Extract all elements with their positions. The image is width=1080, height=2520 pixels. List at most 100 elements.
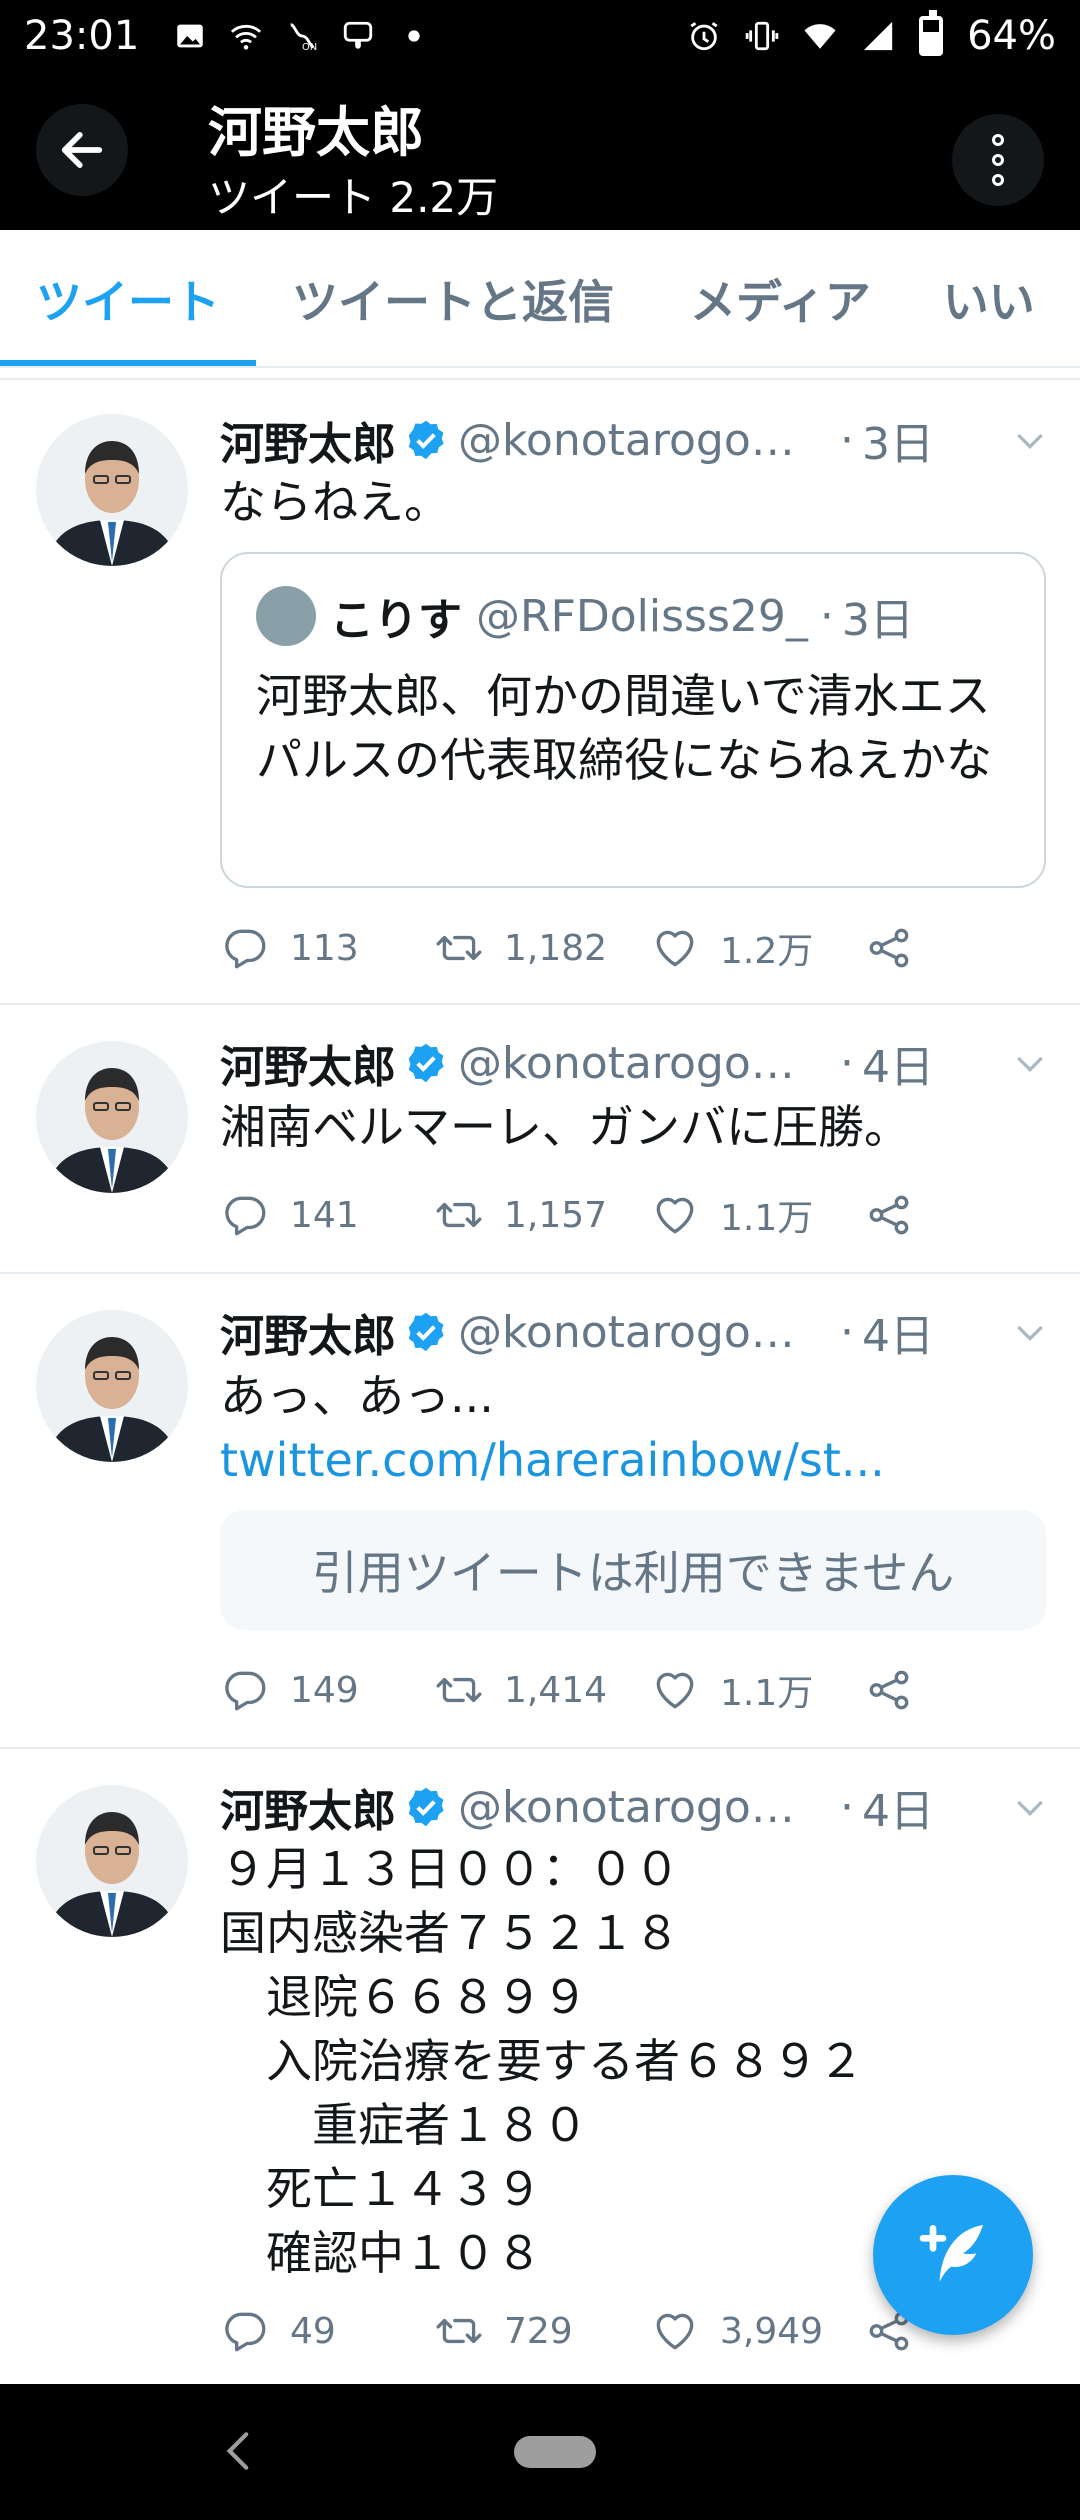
share-icon <box>869 928 909 968</box>
battery-icon <box>919 10 944 56</box>
retweet-button[interactable]: 1,414 <box>434 1665 650 1715</box>
quoted-tweet[interactable]: こりす @RFDolisss29_ · 3日 河野太郎、何かの間違いで清水エスパ… <box>220 552 1046 888</box>
quoted-tweet-time: 3日 <box>841 595 914 646</box>
tweet-header: 河野太郎 @konotarogom... · 4日 <box>220 1302 1050 1362</box>
author-handle: @konotarogom... <box>458 1781 828 1833</box>
avatar-portrait-icon <box>36 1041 188 1193</box>
quoted-author-name: こりす <box>330 595 462 646</box>
reply-button[interactable]: 49 <box>220 2306 434 2356</box>
chevron-down-icon[interactable] <box>1010 1043 1050 1083</box>
more-options-button[interactable] <box>952 114 1044 206</box>
heart-icon <box>656 930 694 967</box>
share-button[interactable] <box>864 1665 934 1715</box>
tab-likes[interactable]: いい <box>907 230 1035 366</box>
tweet-text: 湘南ベルマーレ、ガンバに圧勝。 <box>220 1100 910 1154</box>
tweet-item[interactable]: 河野太郎 @konotarogom... · 4日 湘南ベルマーレ、ガンバに圧勝… <box>0 1005 1080 1271</box>
author-name[interactable]: 河野太郎 <box>220 1300 396 1364</box>
avatar[interactable] <box>36 1041 188 1193</box>
verified-badge-icon <box>408 1043 444 1083</box>
status-bar: 23:01 ON 64% <box>0 0 1080 72</box>
arrow-left-icon <box>61 132 103 168</box>
avatar[interactable] <box>36 1310 188 1462</box>
tab-tweets-and-replies[interactable]: ツイートと返信 <box>256 230 654 366</box>
dot-separator: · <box>840 1306 854 1358</box>
quoted-tweet-text: 河野太郎、何かの間違いで清水エスパルスの代表取締役にならねえかな <box>256 669 992 787</box>
tweet-item[interactable]: 河野太郎 @konotarogom... · 4日 あっ、あっ... twitt… <box>0 1274 1080 1746</box>
retweet-icon <box>436 2318 482 2344</box>
profile-name: 河野太郎 <box>208 101 424 164</box>
quoted-tweet-header: こりす @RFDolisss29_ · 3日 <box>256 584 914 648</box>
tweet-header: 河野太郎 @konotarogom... · 4日 <box>220 1033 1050 1093</box>
like-button[interactable]: 1.1万 <box>650 1664 864 1716</box>
avatar-portrait-icon <box>36 1785 188 1937</box>
reply-icon <box>225 2312 266 2352</box>
chevron-down-icon[interactable] <box>1010 1787 1050 1827</box>
reply-button[interactable]: 113 <box>220 923 434 973</box>
tweet-time: 4日 <box>862 1042 934 1093</box>
dot-separator: · <box>840 1781 854 1833</box>
tweet-time: 4日 <box>862 1311 934 1362</box>
dot-separator: · <box>819 590 834 642</box>
verified-badge-icon <box>408 1312 444 1352</box>
notification-dot-icon <box>408 30 420 42</box>
tweet-link[interactable]: twitter.com/harerainbow/st... <box>220 1433 885 1487</box>
tweet-text: あっ、あっ... twitter.com/harerainbow/st... <box>220 1364 1040 1492</box>
battery-percent: 64% <box>967 13 1056 59</box>
gallery-icon <box>177 24 204 48</box>
retweet-count: 729 <box>504 2310 573 2352</box>
heart-icon <box>656 2313 694 2350</box>
tweet-item[interactable]: 河野太郎 @konotarogom... · 3日 ならねえ。 こりす @RFD… <box>0 382 1080 1002</box>
tab-media[interactable]: メディア <box>654 230 907 366</box>
retweet-icon <box>436 1202 482 1228</box>
avatar[interactable] <box>36 1785 188 1937</box>
tweet-time: 4日 <box>862 1786 934 1837</box>
retweet-count: 1,414 <box>504 1669 608 1711</box>
dot-separator: · <box>840 414 854 466</box>
nav-back-icon[interactable] <box>215 2426 265 2476</box>
author-handle: @konotarogom... <box>458 1306 828 1358</box>
heart-icon <box>656 1197 694 1234</box>
back-button[interactable] <box>36 104 128 196</box>
chevron-down-icon[interactable] <box>1010 1312 1050 1352</box>
like-button[interactable]: 1.1万 <box>650 1189 864 1241</box>
tab-tweets[interactable]: ツイート <box>0 230 256 366</box>
quoted-author-handle: @RFDolisss29_ <box>476 590 808 642</box>
like-button[interactable]: 1.2万 <box>650 922 864 974</box>
wifi-icon <box>804 24 836 49</box>
chevron-down-icon[interactable] <box>1010 420 1050 460</box>
like-count: 1.1万 <box>720 1198 814 1239</box>
avatar[interactable] <box>36 414 188 566</box>
retweet-button[interactable]: 729 <box>434 2306 650 2356</box>
avatar-portrait-icon <box>36 1310 188 1462</box>
alarm-icon <box>690 22 718 51</box>
tweet-actions: 49 729 3,949 <box>220 2301 940 2361</box>
like-count: 1.2万 <box>720 931 814 972</box>
tweet-actions: 141 1,157 1.1万 <box>220 1185 940 1245</box>
battery-level <box>923 31 940 52</box>
tweet-actions: 149 1,414 1.1万 <box>220 1660 940 1720</box>
retweet-icon <box>436 935 482 961</box>
retweet-button[interactable]: 1,182 <box>434 923 650 973</box>
like-count: 1.1万 <box>720 1673 814 1714</box>
retweet-button[interactable]: 1,157 <box>434 1190 650 1240</box>
tweet-header: 河野太郎 @konotarogom... · 4日 <box>220 1777 1050 1837</box>
reply-count: 141 <box>290 1194 359 1236</box>
quoted-avatar <box>256 586 316 646</box>
like-button[interactable]: 3,949 <box>650 2306 864 2356</box>
tweet-time: 3日 <box>862 419 934 470</box>
voice-message-icon <box>344 21 373 49</box>
reply-button[interactable]: 141 <box>220 1190 434 1240</box>
author-name[interactable]: 河野太郎 <box>220 408 396 472</box>
author-name[interactable]: 河野太郎 <box>220 1775 396 1839</box>
nav-home-pill[interactable] <box>514 2436 596 2468</box>
compose-tweet-button[interactable] <box>873 2175 1033 2335</box>
tweet-header: 河野太郎 @konotarogom... · 3日 <box>220 410 1050 470</box>
reply-button[interactable]: 149 <box>220 1665 434 1715</box>
share-button[interactable] <box>864 923 934 973</box>
share-button[interactable] <box>864 1190 934 1240</box>
author-name[interactable]: 河野太郎 <box>220 1031 396 1095</box>
like-count: 3,949 <box>720 2310 824 2352</box>
cell-signal-icon <box>863 21 893 51</box>
share-icon <box>869 1195 909 1235</box>
avatar-portrait-icon <box>36 414 188 566</box>
